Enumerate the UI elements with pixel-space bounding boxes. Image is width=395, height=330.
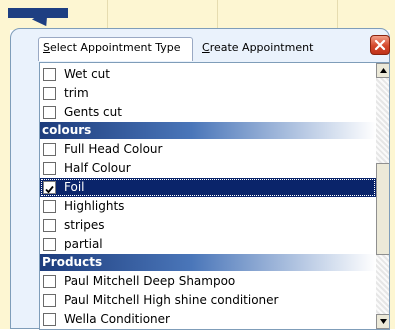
- list-section-header: colours: [40, 122, 376, 139]
- section-header-label: colours: [42, 123, 92, 137]
- item-label: Highlights: [64, 199, 125, 213]
- item-label: Full Head Colour: [64, 142, 163, 156]
- item-label: Paul Mitchell High shine conditioner: [64, 293, 279, 307]
- item-label: Wet cut: [64, 67, 110, 81]
- background-app-left: [0, 30, 10, 329]
- appointment-type-list[interactable]: Wet cut trim Gents cut colours Full Head Col…: [39, 62, 390, 330]
- tab-bar: Select Appointment Type Create Appointme…: [11, 29, 390, 63]
- list-item[interactable]: Foil: [40, 178, 376, 197]
- list-item[interactable]: partial: [40, 235, 376, 254]
- list-item[interactable]: Wella Conditioner: [40, 310, 376, 329]
- list-item[interactable]: trim: [40, 84, 376, 103]
- close-button[interactable]: [370, 35, 390, 55]
- list-item[interactable]: Half Colour: [40, 159, 376, 178]
- item-label: Foil: [64, 180, 85, 194]
- close-icon: [374, 39, 386, 51]
- list-item[interactable]: stripes: [40, 216, 376, 235]
- arrow-down-icon: [380, 319, 387, 324]
- item-checkbox[interactable]: [43, 162, 56, 175]
- vertical-scrollbar[interactable]: [376, 63, 389, 329]
- item-checkbox[interactable]: [43, 313, 56, 326]
- appointment-popup: Select Appointment Type Create Appointme…: [10, 28, 390, 330]
- scroll-thumb[interactable]: [376, 163, 389, 255]
- tab-select-appointment-type[interactable]: Select Appointment Type: [38, 37, 193, 61]
- item-label: trim: [64, 86, 89, 100]
- tab-create-appointment[interactable]: Create Appointment: [198, 38, 328, 60]
- check-icon: [45, 185, 54, 194]
- item-checkbox[interactable]: [43, 275, 56, 288]
- item-checkbox[interactable]: [43, 181, 56, 194]
- item-label: stripes: [64, 218, 105, 232]
- arrow-up-icon: [380, 68, 387, 73]
- item-label: Half Colour: [64, 161, 131, 175]
- item-checkbox[interactable]: [43, 294, 56, 307]
- item-label: Paul Mitchell Deep Shampoo: [64, 274, 236, 288]
- list-item[interactable]: Paul Mitchell High shine conditioner: [40, 291, 376, 310]
- item-checkbox[interactable]: [43, 87, 56, 100]
- item-label: Gents cut: [64, 105, 122, 119]
- item-label: Wella Conditioner: [64, 312, 170, 326]
- list-item[interactable]: Paul Mitchell Deep Shampoo: [40, 272, 376, 291]
- list-item[interactable]: Gents cut: [40, 103, 376, 122]
- tab-select-appointment-type-label: Select Appointment Type: [43, 41, 181, 54]
- item-checkbox[interactable]: [43, 238, 56, 251]
- tab-create-appointment-label: Create Appointment: [202, 41, 314, 54]
- item-checkbox[interactable]: [43, 219, 56, 232]
- list-item[interactable]: Full Head Colour: [40, 140, 376, 159]
- item-checkbox[interactable]: [43, 106, 56, 119]
- scroll-up-button[interactable]: [376, 63, 389, 78]
- item-checkbox[interactable]: [43, 68, 56, 81]
- background-column: [218, 0, 338, 30]
- list-item[interactable]: Highlights: [40, 197, 376, 216]
- item-checkbox[interactable]: [43, 143, 56, 156]
- background-app-right: [390, 30, 395, 329]
- item-checkbox[interactable]: [43, 200, 56, 213]
- list-section-header: Products: [40, 254, 376, 271]
- scroll-down-button[interactable]: [376, 314, 389, 329]
- section-header-label: Products: [42, 255, 103, 269]
- background-column: [108, 0, 218, 30]
- item-label: partial: [64, 237, 103, 251]
- list-item[interactable]: Wet cut: [40, 65, 376, 84]
